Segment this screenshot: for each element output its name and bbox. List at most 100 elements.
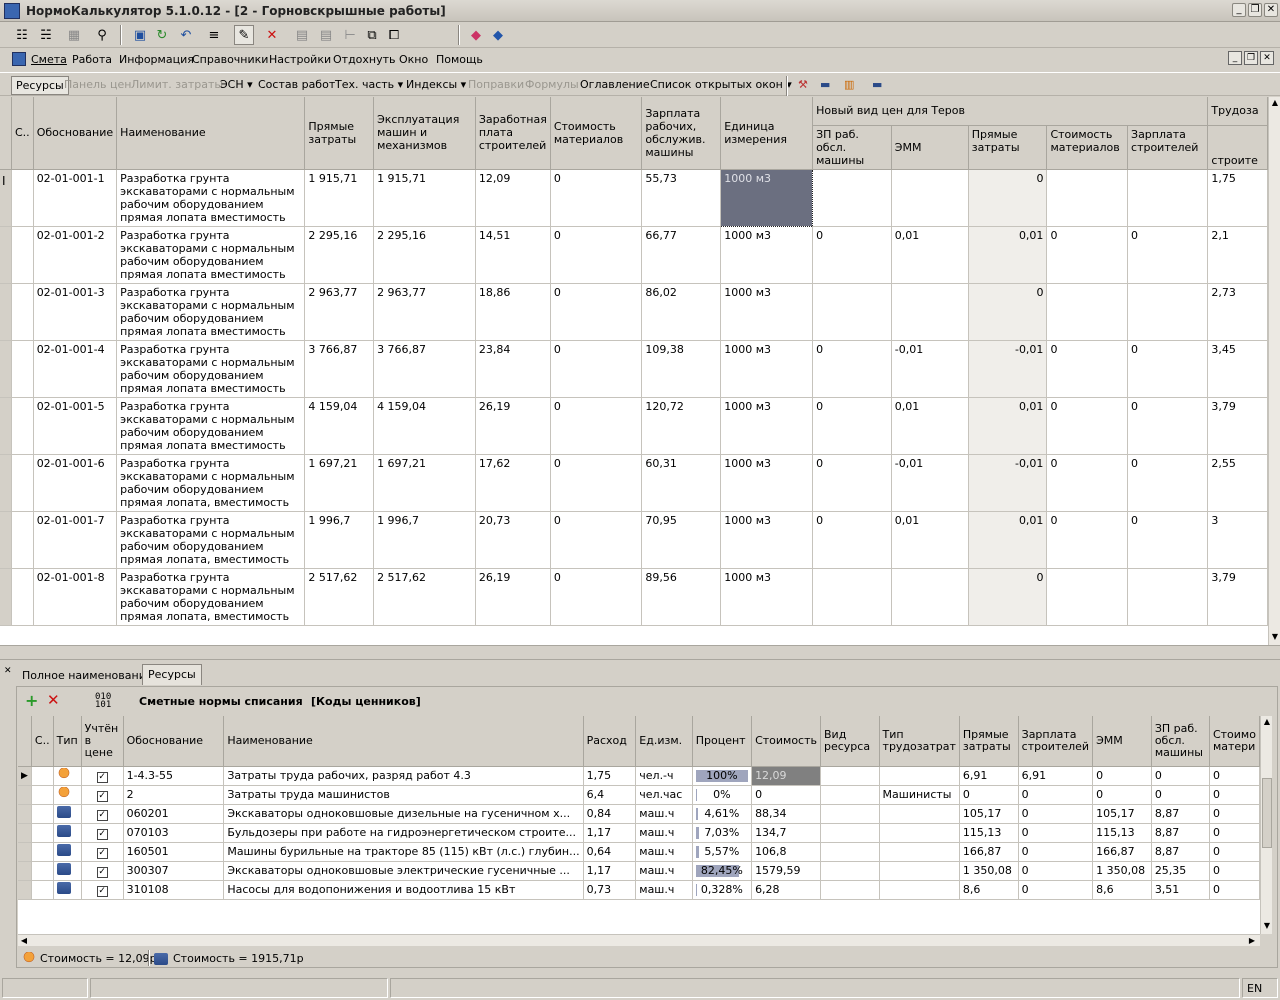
cell-type[interactable] <box>53 823 82 843</box>
cell-basis[interactable]: 02-01-001-8 <box>33 568 118 626</box>
cell-unit[interactable]: 1000 м3 <box>720 454 814 512</box>
cell-g-wage[interactable]: 0 <box>1127 226 1209 284</box>
cell-basis[interactable]: 02-01-001-7 <box>33 511 118 569</box>
cell-wage[interactable]: 0 <box>1018 823 1094 843</box>
cell-wage-mach[interactable]: 70,95 <box>641 511 722 569</box>
cell-labor-type[interactable] <box>879 823 960 843</box>
col-materials[interactable]: Стоимость материалов <box>550 97 643 170</box>
cell-counted[interactable]: ✓ <box>81 823 124 843</box>
copy-icon[interactable]: ⧉ <box>362 25 382 45</box>
row-marker[interactable] <box>0 283 12 341</box>
menu-window[interactable]: Окно <box>399 53 428 66</box>
cell-wage[interactable]: 23,84 <box>475 340 551 398</box>
cell-direct[interactable]: 2 295,16 <box>304 226 375 284</box>
scroll-up-icon[interactable]: ▲ <box>1269 97 1280 109</box>
cell-basis[interactable]: 02-01-001-5 <box>33 397 118 455</box>
cell-direct[interactable]: 115,13 <box>959 823 1019 843</box>
cell-zp-mach[interactable]: 8,87 <box>1151 804 1210 824</box>
cell-res-kind[interactable] <box>820 766 880 786</box>
cell-usage[interactable]: 1,17 <box>583 823 637 843</box>
cell-name[interactable]: Насосы для водопонижения и водоотлива 15… <box>223 880 584 900</box>
tree-add-icon[interactable]: ☵ <box>36 25 56 45</box>
counted-checkbox[interactable]: ✓ <box>96 847 108 859</box>
cell-wage-mach[interactable]: 109,38 <box>641 340 722 398</box>
list-icon[interactable]: ≡ <box>204 25 224 45</box>
cell-mat[interactable]: 0 <box>1209 785 1260 805</box>
menu-info[interactable]: Информация <box>119 53 194 66</box>
res-col-c[interactable]: С.. <box>31 716 54 767</box>
limit-costs-button[interactable]: Лимит. затраты <box>131 78 223 91</box>
cell-zp-mach[interactable]: 0 <box>1151 766 1210 786</box>
cell-wage[interactable]: 0 <box>1018 880 1094 900</box>
cell-counted[interactable]: ✓ <box>81 785 124 805</box>
cell-g-mat[interactable]: 0 <box>1046 511 1129 569</box>
row-marker[interactable] <box>0 340 12 398</box>
cell-res-kind[interactable] <box>820 804 880 824</box>
cell-materials[interactable]: 0 <box>550 169 643 227</box>
menu-spravochniki[interactable]: Справочники <box>192 53 268 66</box>
cell-c[interactable] <box>11 283 34 341</box>
cell-wage[interactable]: 26,19 <box>475 568 551 626</box>
cell-g-mat[interactable] <box>1046 568 1129 626</box>
cell-zp-mach[interactable]: 8,87 <box>1151 823 1210 843</box>
cell-c[interactable] <box>11 511 34 569</box>
resources-button[interactable]: Ресурсы <box>11 76 69 95</box>
row-marker[interactable] <box>18 842 32 862</box>
cell-g-emm[interactable]: -0,01 <box>891 340 969 398</box>
cell-emm[interactable]: 166,87 <box>1092 842 1152 862</box>
work-composition-button[interactable]: Состав работ <box>258 78 335 91</box>
cell-unit[interactable]: маш.ч <box>635 861 693 881</box>
cell-g-zp[interactable] <box>812 568 892 626</box>
norm-row[interactable]: 02-01-001-3 Разработка грунта экскаватора… <box>0 283 1268 341</box>
col-g-emm[interactable]: ЭММ <box>891 125 969 170</box>
cell-g-wage[interactable] <box>1127 568 1209 626</box>
undo-icon[interactable]: ↶ <box>176 25 196 45</box>
cell-unit[interactable]: маш.ч <box>635 804 693 824</box>
cell-direct[interactable]: 1 996,7 <box>304 511 375 569</box>
cell-wage[interactable]: 20,73 <box>475 511 551 569</box>
cell-c[interactable] <box>11 169 34 227</box>
cell-direct[interactable]: 166,87 <box>959 842 1019 862</box>
scroll-left-icon[interactable]: ◀ <box>18 935 30 947</box>
cell-unit[interactable]: маш.ч <box>635 823 693 843</box>
cell-c[interactable] <box>31 842 54 862</box>
cell-wage-mach[interactable]: 66,77 <box>641 226 722 284</box>
cell-exploit[interactable]: 2 963,77 <box>373 283 476 341</box>
cell-mat[interactable]: 0 <box>1209 766 1260 786</box>
resource-row[interactable]: ✓ 2 Затраты труда машинистов 6,4 чел.час 0% 0 М… <box>18 785 1260 805</box>
res-col-emm[interactable]: ЭММ <box>1092 716 1152 767</box>
cell-g-mat[interactable]: 0 <box>1046 340 1129 398</box>
cell-c[interactable] <box>11 568 34 626</box>
mdi-close-button[interactable]: ✕ <box>1260 51 1274 65</box>
cell-g-emm[interactable] <box>891 169 969 227</box>
truck-icon[interactable]: ▬ <box>820 78 830 91</box>
counted-checkbox[interactable]: ✓ <box>96 828 108 840</box>
cell-labor-type[interactable] <box>879 804 960 824</box>
res-col-zp-mach[interactable]: ЗП раб. обсл. машины <box>1151 716 1210 767</box>
search-icon[interactable]: ⚲ <box>92 25 112 45</box>
hammer-icon[interactable]: ⚒ <box>798 78 808 91</box>
esn-dropdown[interactable]: ЭСН ▾ <box>220 78 253 91</box>
cell-direct[interactable]: 0 <box>959 785 1019 805</box>
cell-g-emm[interactable] <box>891 568 969 626</box>
cell-g-zp[interactable]: 0 <box>812 397 892 455</box>
col-direct[interactable]: Прямые затраты <box>304 97 375 170</box>
paste-icon[interactable]: ⧠ <box>384 25 404 45</box>
counted-checkbox[interactable]: ✓ <box>96 790 108 802</box>
cell-name[interactable]: Экскаваторы одноковшовые дизельные на гу… <box>223 804 584 824</box>
cell-c[interactable] <box>11 340 34 398</box>
cell-unit[interactable]: маш.ч <box>635 880 693 900</box>
corrections-button[interactable]: Поправки <box>468 78 524 91</box>
cell-unit[interactable]: 1000 м3 <box>720 168 814 227</box>
mdi-restore-button[interactable]: ❐ <box>1244 51 1258 65</box>
res-col-type[interactable]: Тип <box>53 716 82 767</box>
cell-wage[interactable]: 17,62 <box>475 454 551 512</box>
cell-direct[interactable]: 2 517,62 <box>304 568 375 626</box>
cell-direct[interactable]: 3 766,87 <box>304 340 375 398</box>
cell-zp-mach[interactable]: 8,87 <box>1151 842 1210 862</box>
cell-counted[interactable]: ✓ <box>81 861 124 881</box>
cell-labor[interactable]: 3 <box>1207 511 1268 569</box>
cell-g-zp[interactable] <box>812 283 892 341</box>
move-up-icon[interactable]: ▤ <box>316 25 336 45</box>
cell-wage[interactable]: 0 <box>1018 804 1094 824</box>
